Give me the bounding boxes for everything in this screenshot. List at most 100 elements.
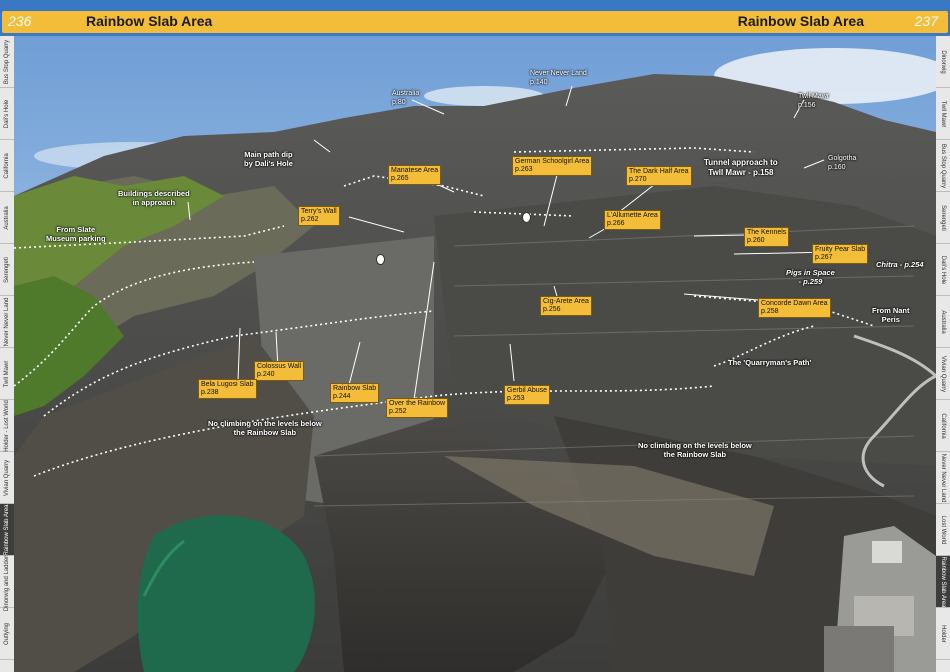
label-cig-arete: Cig-Arete Area p.256 [540,296,592,316]
label-gerbil-abuse-name: Gerbil Abuse [507,387,548,394]
thumb-tab[interactable]: Serengeti [0,244,14,296]
label-kennels: The Kennels p.260 [744,227,790,247]
label-concorde-dawn: Concorde Dawn Area p.258 [758,298,831,318]
note-pigs-in-space: Pigs in Space - p.259 [786,268,835,286]
label-over-the-rainbow-name: Over the Rainbow [389,400,446,407]
thumb-tab[interactable]: California [0,140,14,192]
thumb-tab-active[interactable]: Rainbow Slab Area [0,504,14,556]
label-australia-name: Australia [392,90,420,97]
label-manatese-name: Manatese Area [391,167,439,174]
thumb-tab[interactable]: Bus Stop Quarry [0,36,14,88]
thumb-tab-label: Dinorwig and Ladders [4,552,10,612]
label-rainbow-slab: Rainbow Slab p.244 [330,383,380,403]
label-never-never-land-page: p.140 [530,79,548,86]
label-never-never-land-name: Never Never Land [530,70,587,77]
note-no-climbing-right: No climbing on the levels below the Rain… [638,441,752,459]
label-fruity-pear-name: Fruity Pear Slab [815,246,866,253]
note-pigs-in-space-line2: - p.259 [798,277,823,286]
thumb-tab-label: Australia [940,310,946,334]
label-colossus-wall-name: Colossus Wall [257,363,302,370]
label-manatese: Manatese Area p.265 [388,165,442,185]
label-twll-mawr-page: p.156 [798,102,816,109]
label-gerbil-abuse: Gerbil Abuse p.253 [504,385,551,405]
thumb-tab-label: Twll Mawr [940,100,946,128]
thumb-tab[interactable]: Dinorwig and Ladders [0,552,14,612]
label-colossus-wall-page: p.240 [257,371,275,378]
thumb-tab[interactable]: Twll Mawr [0,348,14,400]
label-manatese-page: p.265 [391,175,409,182]
thumb-tab-label: Rainbow Slab Area [4,504,10,556]
label-terrys-wall-page: p.262 [301,216,319,223]
thumb-tab[interactable]: Vivian Quarry [936,348,950,400]
label-bela-lugosi-page: p.238 [201,389,219,396]
label-cig-arete-name: Cig-Arete Area [543,298,589,305]
thumb-tab[interactable]: Holder - Lost World [0,400,14,452]
thumb-tab-label: Australia [4,206,10,230]
location-marker-icon [376,254,385,265]
label-german-schoolgirl-name: German Schoolgirl Area [515,158,590,165]
thumb-tab-label: Vivian Quarry [4,459,10,497]
thumb-tab-label: California [940,413,946,439]
thumb-tab[interactable]: Dali's Hole [936,244,950,296]
thumb-tab-active[interactable]: Rainbow Slab Area [936,556,950,608]
thumb-tab[interactable]: Outlying [0,608,14,660]
label-concorde-dawn-name: Concorde Dawn Area [761,300,828,307]
thumb-tab[interactable]: Never Never Land [0,296,14,348]
thumb-tab[interactable]: Twll Mawr [936,88,950,140]
location-marker-icon [522,212,531,223]
thumb-tab-label: Holder [940,625,946,643]
label-german-schoolgirl: German Schoolgirl Area p.263 [512,156,593,176]
note-tunnel-approach-line1: Tunnel approach to [704,158,778,167]
thumb-tab[interactable]: Australia [0,192,14,244]
label-over-the-rainbow: Over the Rainbow p.252 [386,398,449,418]
label-cig-arete-page: p.256 [543,306,561,313]
note-quarrymans-path-text: The 'Quarryman's Path' [728,358,812,367]
left-thumb-tabs: Bus Stop Quarry Dali's Hole California A… [0,36,14,672]
thumb-tab[interactable]: Holder [936,608,950,660]
thumb-tab[interactable]: Serengeti [936,192,950,244]
thumb-tab-label: Outlying [4,622,10,646]
label-over-the-rainbow-page: p.252 [389,408,407,415]
thumb-tab-label: Never Never Land [4,297,10,347]
label-dark-half: The Dark Half Area p.270 [626,166,692,186]
quarry-photo: Australia p.80 Never Never Land p.140 Tw… [14,36,936,672]
page-header: 236 Rainbow Slab Area Rainbow Slab Area … [0,0,950,36]
thumb-tab[interactable]: Bus Stop Quarry [936,140,950,192]
label-fruity-pear: Fruity Pear Slab p.267 [812,244,869,264]
note-no-climbing-left: No climbing on the levels below the Rain… [208,419,322,437]
page-title-left: Rainbow Slab Area [86,13,213,29]
label-bela-lugosi: Bela Lugosi Slab p.238 [198,379,257,399]
thumb-tab[interactable]: Australia [936,296,950,348]
note-no-climbing-right-line1: No climbing on the levels below [638,441,752,450]
thumb-tab-label: Never Never Land [940,453,946,503]
note-from-nant-peris: From Nant Peris [872,306,910,324]
thumb-tab[interactable]: Dali's Hole [0,88,14,140]
thumb-tab[interactable]: Never Never Land [936,452,950,504]
label-kennels-page: p.260 [747,237,765,244]
note-main-path: Main path dip by Dali's Hole [244,150,293,168]
thumb-tab-label: Rainbow Slab Area [940,556,946,608]
thumb-tab-label: Holder - Lost World [4,400,10,452]
thumb-tab[interactable]: Dinorwig [936,36,950,88]
thumb-tab-label: Serengeti [4,257,10,283]
note-quarrymans-path: The 'Quarryman's Path' [728,358,811,367]
label-colossus-wall: Colossus Wall p.240 [254,361,305,381]
right-thumb-tabs: Dinorwig Twll Mawr Bus Stop Quarry Seren… [936,36,950,672]
note-chitra: Chitra - p.254 [876,260,924,269]
thumb-tab[interactable]: Lost World [936,504,950,556]
note-no-climbing-left-line2: the Rainbow Slab [233,428,297,437]
label-gerbil-abuse-page: p.253 [507,395,525,402]
label-dark-half-page: p.270 [629,176,647,183]
label-rainbow-slab-page: p.244 [333,393,351,400]
page-number-left: 236 [8,13,32,29]
note-buildings: Buildings described in approach [118,189,190,207]
thumb-tab-label: California [4,153,10,179]
label-lallumette-page: p.266 [607,220,625,227]
label-lallumette: L'Allumette Area p.266 [604,210,661,230]
thumb-tab[interactable]: California [936,400,950,452]
note-slate-museum-line1: From Slate [56,225,96,234]
quarry-photo-drawing [14,36,936,672]
label-twll-mawr: Twll Mawr p.156 [798,92,829,110]
note-main-path-line2: by Dali's Hole [244,159,293,168]
thumb-tab[interactable]: Vivian Quarry [0,452,14,504]
